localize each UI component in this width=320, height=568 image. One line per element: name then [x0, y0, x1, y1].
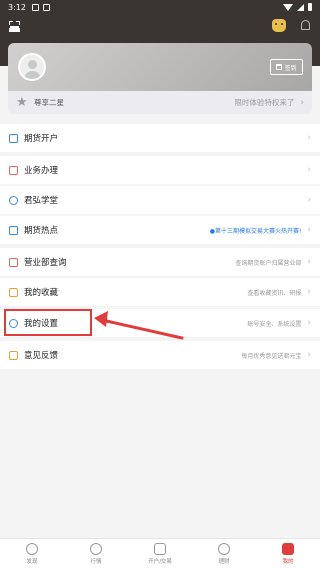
- trade-icon: [154, 542, 166, 555]
- tab-trade[interactable]: 开户/交易: [128, 539, 192, 568]
- tab-bar: 发现 行情 开户/交易 理财 我的: [0, 538, 320, 568]
- chart-icon: [90, 542, 102, 555]
- tab-wealth[interactable]: 理财: [192, 539, 256, 568]
- tab-label: 开户/交易: [148, 558, 172, 565]
- tab-label: 理财: [218, 558, 230, 565]
- tab-label: 我的: [282, 558, 294, 565]
- compass-icon: [26, 542, 38, 555]
- annotation-arrow-icon: [94, 311, 184, 340]
- page: 3:12 签到 ★ 尊享二星 限时体验特权来了 › 期货开户 › 业务办理 › …: [0, 0, 320, 568]
- tab-discover[interactable]: 发现: [0, 539, 64, 568]
- tab-mine[interactable]: 我的: [256, 539, 320, 568]
- user-icon: [282, 542, 294, 555]
- tab-label: 行情: [90, 558, 102, 565]
- wealth-icon: [218, 542, 230, 555]
- tab-label: 发现: [26, 558, 38, 565]
- tab-market[interactable]: 行情: [64, 539, 128, 568]
